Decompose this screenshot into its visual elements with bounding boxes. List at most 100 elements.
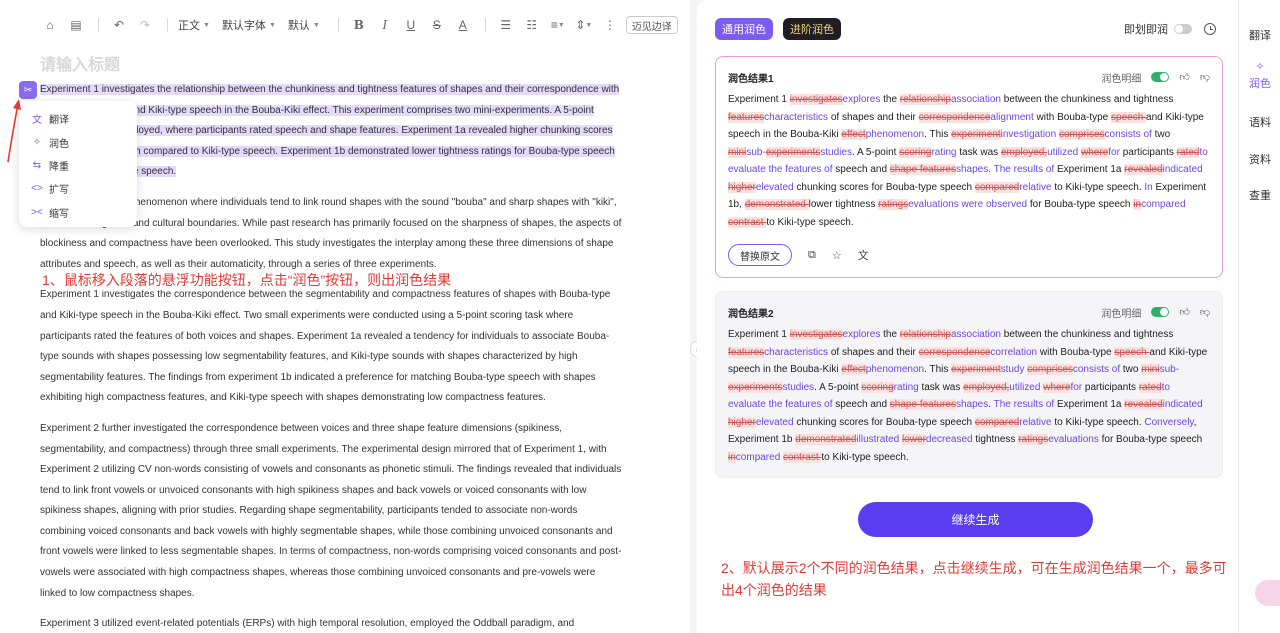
thumbs-up-icon[interactable]: 👍︎ bbox=[1179, 71, 1189, 83]
strikethrough-icon[interactable]: S bbox=[427, 14, 447, 36]
italic-icon[interactable]: I bbox=[375, 14, 395, 36]
line-spacing-icon[interactable]: ⇕ ▼ bbox=[574, 14, 594, 36]
annotation-arrow-icon bbox=[7, 99, 21, 163]
magic-wand-icon: ✂ bbox=[23, 84, 33, 96]
unchanged-text: Experiment 1a bbox=[1054, 399, 1125, 410]
polish-panel: 通用润色 进阶润色 即划即润 润色结果1 润色明细 👍︎ 👎︎ Experime… bbox=[697, 0, 1238, 633]
star-icon[interactable]: ☆ bbox=[832, 249, 842, 262]
undo-icon[interactable]: ↶ bbox=[109, 14, 129, 36]
deleted-text: shape features bbox=[889, 399, 956, 410]
inserted-text: The results of bbox=[993, 164, 1055, 175]
bold-icon[interactable]: B bbox=[349, 14, 369, 36]
translate-icon[interactable]: 文 bbox=[858, 247, 869, 263]
menu-item-polish[interactable]: ✧ 润色 bbox=[19, 130, 137, 153]
inserted-text: phenomenon bbox=[865, 364, 925, 375]
font-family-dropdown[interactable]: 默认字体 ▼ bbox=[222, 14, 276, 36]
menu-item-expand[interactable]: <> 扩写 bbox=[19, 177, 137, 200]
inserted-text: Conversely bbox=[1144, 416, 1194, 428]
paragraph[interactable]: Experiment 1 investigates the correspond… bbox=[40, 285, 622, 409]
paragraph[interactable]: Experiment 2 further investigated the co… bbox=[40, 419, 622, 604]
thumbs-up-icon[interactable]: 👍︎ bbox=[1179, 306, 1189, 318]
title-input[interactable]: 请输入标题 bbox=[40, 51, 120, 75]
inserted-text: utilized bbox=[1047, 146, 1079, 158]
editor-toolbar: ⌂ ▤ ↶ ↷ 正文 ▼ 默认字体 ▼ 默认 ▼ B I U S A ☰ ☷ ≡ ▼ ⇕… bbox=[0, 0, 690, 50]
thumbs-down-icon[interactable]: 👎︎ bbox=[1200, 71, 1210, 83]
tab-general-polish[interactable]: 通用润色 bbox=[715, 18, 773, 40]
align-icon[interactable]: ≡ ▼ bbox=[548, 14, 568, 36]
copy-icon[interactable]: ⧉ bbox=[808, 249, 816, 262]
deleted-text: ratings bbox=[1018, 434, 1049, 445]
unchanged-text: with Bouba-type bbox=[1037, 346, 1115, 358]
sidebar-item-label: 查重 bbox=[1249, 190, 1271, 202]
sidebar-item-translate[interactable]: 翻译 bbox=[1239, 27, 1280, 43]
unchanged-text: . A 5-point bbox=[814, 381, 862, 393]
font-size-label: 默认 bbox=[287, 20, 310, 32]
deleted-text: scoring bbox=[861, 381, 894, 393]
deleted-text: ratings bbox=[878, 199, 909, 210]
replace-original-button[interactable]: 替换原文 bbox=[728, 244, 792, 266]
deleted-text: demonstrated bbox=[744, 199, 809, 210]
history-clock-icon[interactable] bbox=[1204, 23, 1216, 35]
list-icon[interactable]: ☷ bbox=[522, 14, 542, 36]
menu-item-rewrite[interactable]: ⇆ 降重 bbox=[19, 154, 137, 177]
deleted-text: revealed bbox=[1124, 399, 1163, 410]
deleted-text: rated bbox=[1176, 146, 1200, 158]
deleted-text: correspondence bbox=[918, 111, 991, 123]
sidebar-item-polish[interactable]: ✧ 润色 bbox=[1239, 60, 1280, 91]
deleted-text: investigates bbox=[789, 329, 843, 340]
toolbar-divider bbox=[484, 18, 486, 32]
deleted-text: revealed bbox=[1124, 164, 1163, 175]
inserted-text: characteristics bbox=[764, 346, 829, 358]
inserted-text: consists of bbox=[1104, 129, 1152, 140]
detail-toggle[interactable] bbox=[1151, 307, 1170, 317]
sidebar-item-materials[interactable]: 资料 bbox=[1239, 151, 1280, 167]
paragraph-style-dropdown[interactable]: 正文 ▼ bbox=[178, 14, 210, 36]
caret-down-icon: ▼ bbox=[203, 21, 210, 29]
more-icon[interactable]: ⋮ bbox=[600, 14, 620, 36]
sidebar-item-plagiarism-check[interactable]: 查重 bbox=[1239, 187, 1280, 203]
font-size-dropdown[interactable]: 默认 ▼ bbox=[288, 14, 320, 36]
unchanged-text: Experiment 1 bbox=[728, 94, 790, 105]
deleted-text: mini bbox=[1141, 364, 1160, 375]
deleted-text: investigates bbox=[789, 94, 843, 105]
document-icon[interactable]: ▤ bbox=[66, 14, 86, 36]
annotation-step-1: 1、鼠标移入段落的悬浮功能按钮，点击“润色”按钮，则出润色结果 bbox=[42, 270, 452, 290]
inserted-text: utilized bbox=[1009, 381, 1041, 393]
menu-item-shorten[interactable]: >< 缩写 bbox=[19, 201, 137, 224]
deleted-text: compared bbox=[974, 181, 1020, 193]
inserted-text: elevated bbox=[755, 181, 794, 193]
inserted-text: shapes bbox=[955, 399, 989, 410]
inserted-text: investigation bbox=[1000, 129, 1057, 140]
card-header: 润色结果2 润色明细 👍︎ 👎︎ bbox=[728, 304, 1210, 320]
inserted-text: relative bbox=[1019, 416, 1052, 428]
paragraph[interactable]: Experiment 3 utilized event-related pote… bbox=[40, 614, 622, 633]
unchanged-text: speech and bbox=[832, 399, 890, 410]
inserted-text: correlation bbox=[990, 346, 1038, 358]
underline-icon[interactable]: U bbox=[401, 14, 421, 36]
polish-result-card: 润色结果1 润色明细 👍︎ 👎︎ Experiment 1 investigat… bbox=[715, 56, 1223, 278]
menu-item-translate[interactable]: 文翻译 bbox=[19, 107, 137, 130]
instant-polish-toggle[interactable] bbox=[1174, 24, 1192, 34]
inserted-text: studies bbox=[782, 381, 815, 393]
deleted-text: comprises bbox=[1058, 129, 1105, 140]
margin-button[interactable]: 迈见边译 bbox=[625, 16, 678, 34]
inserted-text: indicated bbox=[1162, 164, 1203, 175]
inserted-text: studies bbox=[820, 146, 852, 158]
unchanged-text: the bbox=[880, 329, 900, 340]
sidebar-item-corpus[interactable]: 语料 bbox=[1239, 114, 1280, 130]
home-icon[interactable]: ⌂ bbox=[40, 14, 60, 36]
continue-generate-button[interactable]: 继续生成 bbox=[858, 502, 1093, 537]
deleted-text: mini bbox=[728, 146, 747, 158]
detail-toggle[interactable] bbox=[1151, 72, 1170, 82]
indent-icon[interactable]: ☰ bbox=[496, 14, 516, 36]
redo-icon[interactable]: ↷ bbox=[135, 14, 155, 36]
card-actions: 替换原文 ⧉ ☆ 文 bbox=[728, 244, 869, 266]
assistant-float-button[interactable] bbox=[1255, 580, 1280, 606]
thumbs-down-icon[interactable]: 👎︎ bbox=[1200, 306, 1210, 318]
inserted-text: compared bbox=[1141, 199, 1186, 210]
card-title: 润色结果1 bbox=[728, 73, 774, 85]
font-color-icon[interactable]: A bbox=[453, 14, 473, 36]
deleted-text: employed, bbox=[1000, 146, 1048, 158]
translate-icon: 文 bbox=[32, 115, 42, 127]
tab-advanced-polish[interactable]: 进阶润色 bbox=[783, 18, 841, 40]
